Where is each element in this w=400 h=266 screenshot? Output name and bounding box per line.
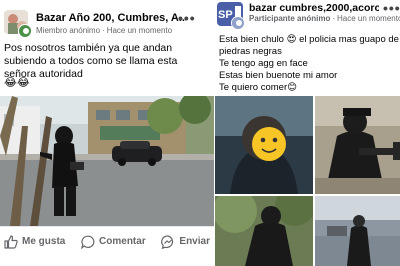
- post-reactions: 😂😂: [4, 77, 30, 89]
- post-header: SP bazar cumbres,2000,acoro... Participa…: [217, 0, 400, 32]
- comment-button[interactable]: Comentar: [81, 235, 146, 249]
- group-title[interactable]: bazar cumbres,2000,acoro...: [249, 2, 379, 14]
- post-body: Pos nosotros también ya que andan subien…: [4, 42, 178, 80]
- post-photo-2[interactable]: [315, 96, 400, 194]
- separator: ·: [102, 26, 105, 35]
- post-text: Esta bien chulo 😍 el policia mas guapo d…: [219, 34, 399, 94]
- post-photo[interactable]: [0, 96, 214, 226]
- separator: ·: [332, 14, 336, 23]
- post-line: Te quiero comer😊: [219, 82, 298, 93]
- post-header: Bazar Año 200, Cumbres, A... Miembro anó…: [4, 8, 210, 38]
- send-button[interactable]: Enviar: [161, 234, 210, 249]
- post-text: Pos nosotros también ya que andan subien…: [4, 42, 212, 81]
- post-line: Estas bien buenote mi amor: [219, 70, 338, 81]
- svg-text:SP: SP: [218, 9, 233, 21]
- send-label: Enviar: [179, 236, 210, 247]
- post-meta: Miembro anónimo · Hace un momento: [36, 26, 172, 35]
- more-options-icon[interactable]: •••: [178, 10, 196, 26]
- member-avatar[interactable]: [231, 16, 245, 30]
- post-right: SP bazar cumbres,2000,acoro... Participa…: [215, 0, 400, 266]
- like-button[interactable]: Me gusta: [4, 234, 66, 249]
- author-name[interactable]: Miembro anónimo: [36, 26, 100, 35]
- comment-icon: [81, 235, 95, 249]
- like-label: Me gusta: [22, 236, 66, 247]
- author-name[interactable]: Participante anónimo: [249, 14, 330, 23]
- group-title[interactable]: Bazar Año 200, Cumbres, A...: [36, 12, 186, 24]
- member-avatar[interactable]: [18, 24, 32, 38]
- messenger-icon: [161, 234, 174, 249]
- post-line: Esta bien chulo 😍 el policia mas guapo d…: [219, 34, 399, 57]
- post-meta: Participante anónimo · Hace un momento: [249, 14, 400, 23]
- post-line: Te tengo agg en face: [219, 58, 308, 69]
- post-left: Bazar Año 200, Cumbres, A... Miembro anó…: [0, 0, 214, 266]
- post-photo-4[interactable]: [315, 196, 400, 266]
- like-icon: [4, 234, 18, 249]
- more-options-icon[interactable]: •••: [383, 0, 400, 16]
- post-photo-3[interactable]: [215, 196, 313, 266]
- comment-label: Comentar: [99, 236, 146, 247]
- post-photo-1[interactable]: [215, 96, 313, 194]
- post-actions: Me gusta Comentar Enviar: [0, 226, 214, 256]
- post-time[interactable]: Hace un momento: [107, 26, 172, 35]
